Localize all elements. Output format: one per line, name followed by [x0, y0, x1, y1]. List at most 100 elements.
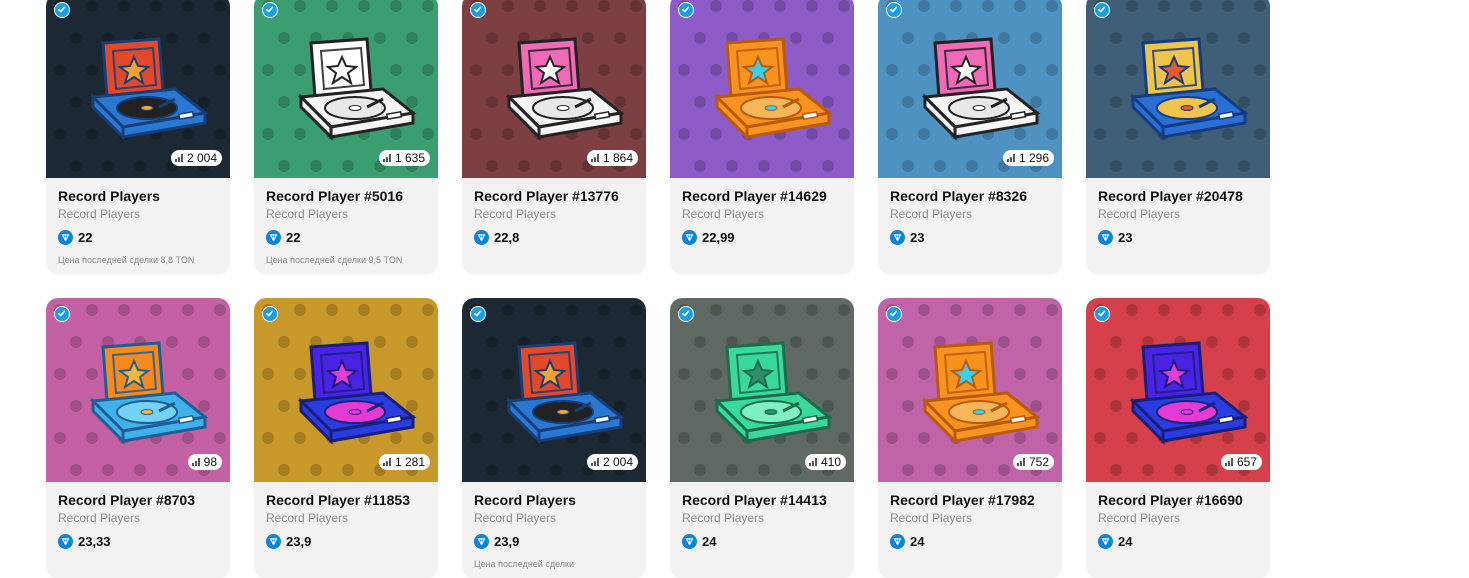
bars-icon	[590, 154, 599, 162]
bars-icon	[174, 154, 183, 162]
last-sale-price: Цена последней сделки 8,8 TON	[58, 255, 195, 265]
price-row: 23	[1098, 230, 1258, 245]
bars-icon	[808, 458, 817, 466]
supply-count: 657	[1236, 455, 1257, 469]
record-player-image	[713, 37, 833, 141]
verified-icon	[470, 306, 486, 322]
gift-price: 24	[910, 534, 925, 549]
supply-count-badge: 752	[1012, 454, 1054, 470]
price-row: 22,8	[474, 230, 634, 245]
bars-icon	[1016, 458, 1025, 466]
gift-thumbnail: 1 281	[254, 298, 438, 482]
gift-price: 24	[1118, 534, 1133, 549]
gift-title: Record Player #14629	[682, 188, 827, 204]
gift-title: Record Player #8326	[890, 188, 1027, 204]
gift-thumbnail	[1086, 0, 1270, 178]
ton-icon	[266, 534, 281, 549]
ton-icon	[58, 230, 73, 245]
gift-collection: Record Players	[58, 511, 141, 525]
gift-card-2[interactable]: 1 635 Record Player #5016 Record Players…	[254, 0, 438, 274]
gift-collection: Record Players	[890, 511, 973, 525]
gift-title: Record Player #8703	[58, 492, 195, 508]
supply-count-badge: 1 864	[586, 150, 638, 166]
gift-card-5[interactable]: 1 296 Record Player #8326 Record Players…	[878, 0, 1062, 274]
gift-card-3[interactable]: 1 864 Record Player #13776 Record Player…	[462, 0, 646, 274]
bars-icon	[191, 458, 200, 466]
gift-grid-row-2: 98 Record Player #8703 Record Players 23…	[46, 298, 1270, 578]
last-sale-price: Цена последней сделки	[474, 559, 575, 569]
gift-card-10[interactable]: 410 Record Player #14413 Record Players …	[670, 298, 854, 578]
gift-card-7[interactable]: 98 Record Player #8703 Record Players 23…	[46, 298, 230, 578]
gift-title: Record Player #17982	[890, 492, 1035, 508]
ton-icon	[1098, 534, 1113, 549]
ton-icon	[474, 534, 489, 549]
gift-collection: Record Players	[266, 511, 349, 525]
gift-title: Record Player #20478	[1098, 188, 1243, 204]
supply-count: 2 004	[602, 455, 633, 469]
verified-icon	[54, 2, 70, 18]
last-sale-price: Цена последней сделки 9,5 TON	[266, 255, 403, 265]
gift-card-4[interactable]: Record Player #14629 Record Players 22,9…	[670, 0, 854, 274]
supply-count: 1 296	[1018, 151, 1049, 165]
gift-card-6[interactable]: Record Player #20478 Record Players 23	[1086, 0, 1270, 274]
gift-price: 22	[286, 230, 301, 245]
gift-title: Record Player #13776	[474, 188, 619, 204]
supply-count: 1 281	[394, 455, 425, 469]
gift-collection: Record Players	[58, 207, 141, 221]
gift-thumbnail	[670, 0, 854, 178]
record-player-image	[1129, 37, 1249, 141]
ton-icon	[682, 534, 697, 549]
gift-price: 22,8	[494, 230, 520, 245]
verified-icon	[54, 306, 70, 322]
gift-title: Record Player #5016	[266, 188, 403, 204]
record-player-image	[505, 341, 625, 445]
price-row: 23,33	[58, 534, 218, 549]
supply-count-badge: 1 635	[378, 150, 430, 166]
ton-icon	[890, 534, 905, 549]
gift-card-9[interactable]: 2 004 Record Players Record Players 23,9…	[462, 298, 646, 578]
gift-card-1[interactable]: 2 004 Record Players Record Players 22 Ц…	[46, 0, 230, 274]
gift-card-12[interactable]: 657 Record Player #16690 Record Players …	[1086, 298, 1270, 578]
gift-collection: Record Players	[1098, 207, 1181, 221]
gift-thumbnail: 98	[46, 298, 230, 482]
record-player-image	[297, 341, 417, 445]
verified-icon	[470, 2, 486, 18]
price-row: 23,9	[474, 534, 634, 549]
price-row: 24	[890, 534, 1050, 549]
gift-title: Record Player #11853	[266, 492, 410, 508]
ton-icon	[266, 230, 281, 245]
price-row: 22	[58, 230, 218, 245]
gift-card-8[interactable]: 1 281 Record Player #11853 Record Player…	[254, 298, 438, 578]
verified-icon	[1094, 306, 1110, 322]
supply-count: 752	[1028, 455, 1049, 469]
supply-count-badge: 2 004	[586, 454, 638, 470]
gift-title: Record Players	[58, 188, 160, 204]
gift-title: Record Players	[474, 492, 576, 508]
supply-count: 410	[820, 455, 841, 469]
bars-icon	[382, 458, 391, 466]
gift-thumbnail: 1 296	[878, 0, 1062, 178]
gift-price: 22	[78, 230, 93, 245]
record-player-image	[921, 37, 1041, 141]
supply-count-badge: 657	[1220, 454, 1262, 470]
price-row: 24	[1098, 534, 1258, 549]
supply-count-badge: 410	[804, 454, 846, 470]
record-player-image	[297, 37, 417, 141]
price-row: 22,99	[682, 230, 842, 245]
gift-collection: Record Players	[474, 511, 557, 525]
gift-price: 23	[1118, 230, 1133, 245]
record-player-image	[921, 341, 1041, 445]
price-row: 22	[266, 230, 426, 245]
supply-count-badge: 1 296	[1002, 150, 1054, 166]
ton-icon	[682, 230, 697, 245]
ton-icon	[1098, 230, 1113, 245]
bars-icon	[1006, 154, 1015, 162]
ton-icon	[890, 230, 905, 245]
price-row: 23,9	[266, 534, 426, 549]
verified-icon	[886, 2, 902, 18]
gift-collection: Record Players	[266, 207, 349, 221]
verified-icon	[262, 2, 278, 18]
gift-card-11[interactable]: 752 Record Player #17982 Record Players …	[878, 298, 1062, 578]
record-player-image	[89, 341, 209, 445]
gift-thumbnail: 752	[878, 298, 1062, 482]
